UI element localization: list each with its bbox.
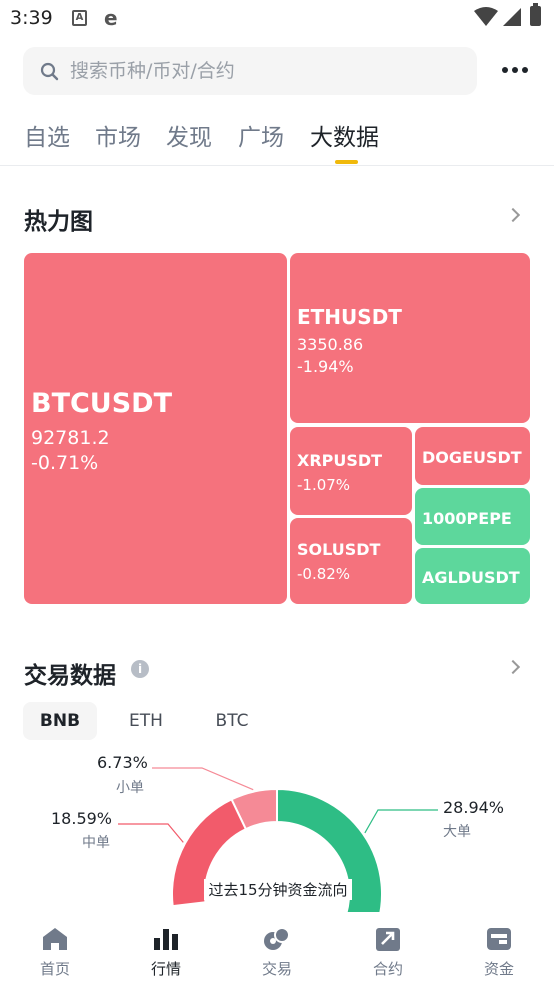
- tile-change: -0.82%: [297, 565, 351, 583]
- slice-label-small-orders: 小单: [116, 780, 144, 796]
- heatmap-more-chevron-icon[interactable]: [505, 207, 521, 223]
- slice-value-large-orders: 28.94%: [443, 798, 505, 817]
- heatmap-tile-1000pepe[interactable]: 1000PEPE: [415, 488, 530, 545]
- leader-line: [118, 823, 184, 843]
- heatmap-tile-solusdt[interactable]: SOLUSDT -0.82%: [290, 518, 412, 604]
- slice-value-small-orders: 6.73%: [97, 753, 148, 772]
- app-notification-icon: A: [72, 10, 87, 26]
- search-icon: [40, 62, 59, 81]
- search-input[interactable]: [70, 47, 450, 95]
- divider: [0, 165, 554, 166]
- chart-title: 过去15分钟资金流向: [204, 879, 352, 900]
- tab-watchlist[interactable]: 自选: [24, 118, 70, 152]
- nav-label: 行情: [150, 960, 181, 978]
- heatmap-tile-btcusdt[interactable]: BTCUSDT 92781.2 -0.71%: [24, 253, 287, 604]
- heatmap-tile-agldusdt[interactable]: AGLDUSDT: [415, 548, 530, 604]
- nav-label: 首页: [39, 960, 70, 978]
- tile-symbol: ETHUSDT: [297, 305, 402, 329]
- tab-markets[interactable]: 市场: [95, 118, 141, 152]
- info-icon[interactable]: i: [131, 660, 149, 678]
- more-options-button[interactable]: [502, 62, 530, 78]
- slice-large-orders: [276, 787, 383, 920]
- tile-symbol: AGLDUSDT: [422, 568, 520, 587]
- leader-line: [364, 809, 438, 834]
- tile-symbol: SOLUSDT: [297, 540, 381, 559]
- heatmap-tile-xrpusdt[interactable]: XRPUSDT -1.07%: [290, 427, 412, 515]
- tab-big-data[interactable]: 大数据: [310, 118, 379, 152]
- tile-price: 92781.2: [31, 427, 110, 449]
- nav-label: 合约: [372, 960, 403, 978]
- heatmap-tile-ethusdt[interactable]: ETHUSDT 3350.86 -1.94%: [290, 253, 530, 423]
- heatmap-title: 热力图: [24, 209, 93, 235]
- tab-discover[interactable]: 发现: [166, 118, 212, 152]
- tile-symbol: DOGEUSDT: [422, 448, 522, 467]
- tile-symbol: XRPUSDT: [297, 451, 383, 470]
- coin-tab-btc[interactable]: BTC: [196, 702, 268, 740]
- futures-icon: [376, 928, 400, 951]
- status-time: 3:39: [10, 7, 53, 29]
- nav-wallet[interactable]: 资金: [444, 912, 554, 984]
- heatmap-tile-dogeusdt[interactable]: DOGEUSDT: [415, 427, 530, 485]
- tile-change: -0.71%: [31, 452, 99, 474]
- browser-notification-icon: e: [104, 6, 118, 30]
- leader-line: [152, 767, 254, 791]
- wifi-icon: [474, 7, 498, 26]
- slice-label-large-orders: 大单: [443, 824, 471, 840]
- coin-tab-eth[interactable]: ETH: [110, 702, 182, 740]
- tile-symbol: BTCUSDT: [31, 388, 173, 419]
- signal-icon: [503, 8, 521, 26]
- tile-change: -1.07%: [297, 476, 351, 494]
- active-tab-indicator: [335, 160, 358, 164]
- slice-value-medium-orders: 18.59%: [51, 809, 113, 828]
- more-dot-icon: [512, 67, 518, 73]
- nav-label: 资金: [483, 960, 514, 978]
- nav-home[interactable]: 首页: [0, 912, 110, 984]
- nav-markets[interactable]: 行情: [111, 912, 221, 984]
- more-dot-icon: [522, 67, 528, 73]
- tile-price: 3350.86: [297, 335, 364, 354]
- tab-square[interactable]: 广场: [238, 118, 284, 152]
- nav-futures[interactable]: 合约: [333, 912, 443, 984]
- home-icon: [43, 928, 67, 950]
- trade-data-more-chevron-icon[interactable]: [505, 659, 521, 675]
- trade-data-title: 交易数据: [24, 663, 116, 689]
- tile-symbol: 1000PEPE: [422, 509, 512, 528]
- slice-label-medium-orders: 中单: [82, 835, 110, 851]
- wallet-icon: [487, 928, 511, 950]
- trade-icon: [264, 927, 290, 950]
- more-dot-icon: [502, 67, 508, 73]
- tile-change: -1.94%: [297, 357, 354, 376]
- coin-tab-bnb[interactable]: BNB: [23, 702, 97, 740]
- nav-trade[interactable]: 交易: [222, 912, 332, 984]
- bottom-nav: 首页 行情 交易 合约 资金: [0, 912, 554, 984]
- markets-icon: [154, 929, 178, 950]
- nav-label: 交易: [261, 960, 292, 978]
- battery-icon: [530, 3, 541, 26]
- search-bar[interactable]: [23, 47, 477, 95]
- status-bar: 3:39 A e: [0, 0, 554, 38]
